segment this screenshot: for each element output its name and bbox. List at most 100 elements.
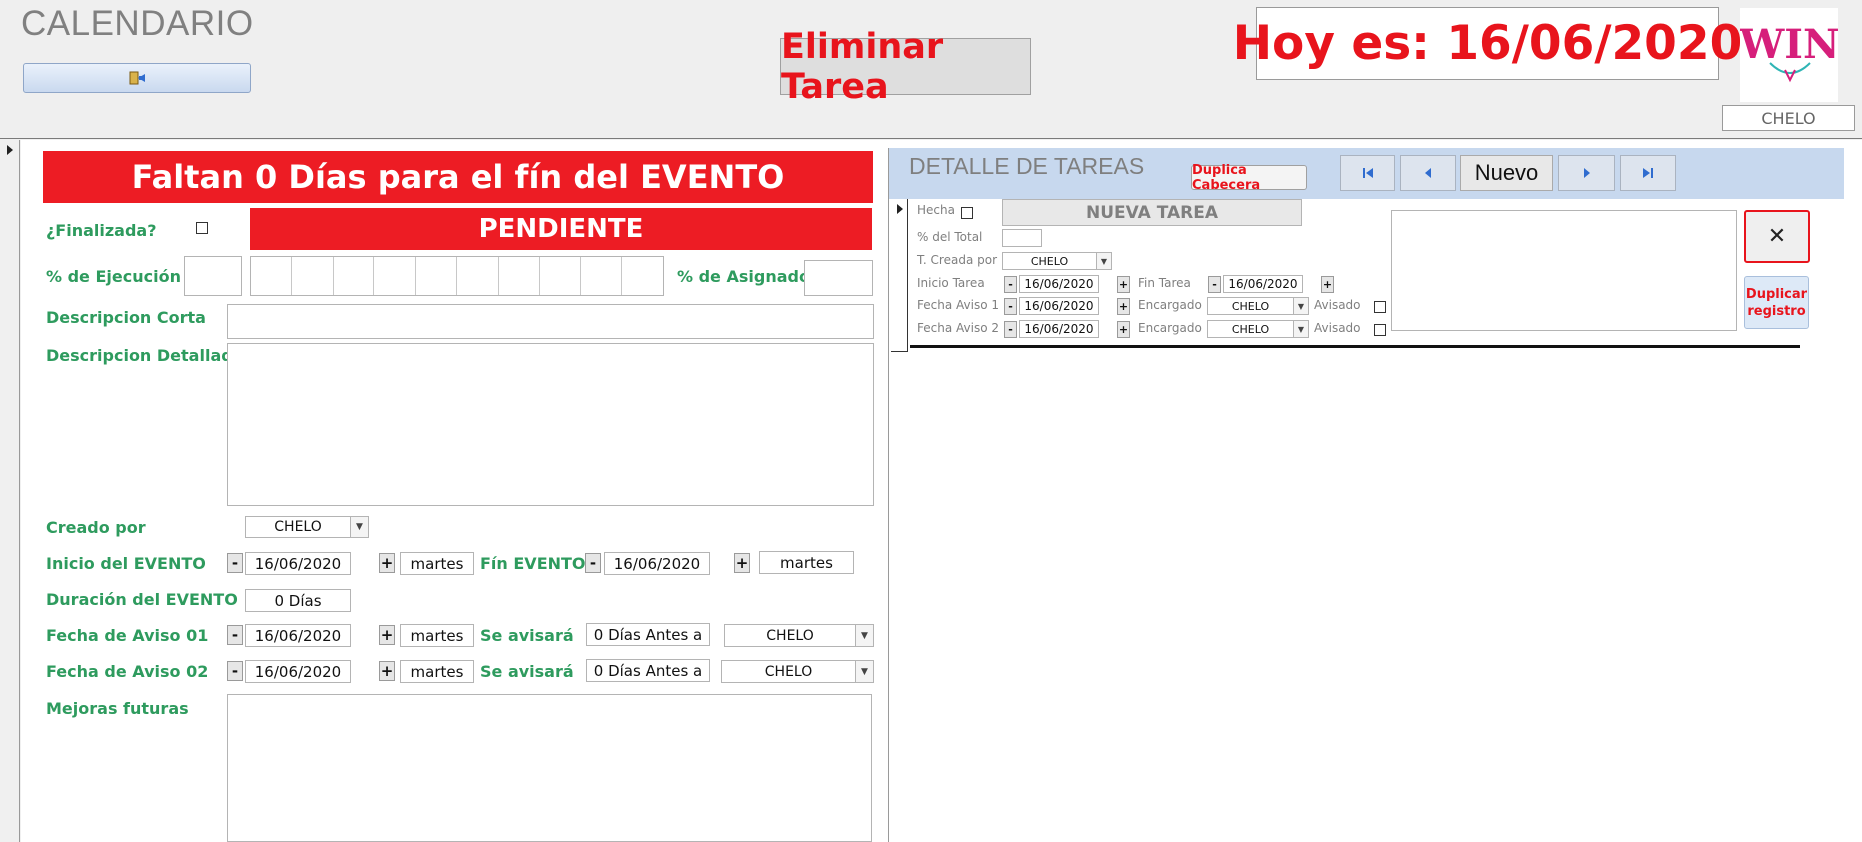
fin-plus-button[interactable]: + <box>734 553 750 573</box>
close-icon: ✕ <box>1767 224 1787 249</box>
chevron-down-icon[interactable]: ▼ <box>1293 298 1308 314</box>
aviso1-user-select[interactable]: CHELO ▼ <box>724 624 874 647</box>
inicio-tarea-minus[interactable]: - <box>1004 276 1017 293</box>
fin-tarea-minus[interactable]: - <box>1208 276 1221 293</box>
aviso2-plus-button[interactable]: + <box>379 661 395 681</box>
nav-last-button[interactable] <box>1620 155 1676 191</box>
duracion-value: 0 Días <box>245 589 351 612</box>
aviso1-tarea-plus[interactable]: + <box>1117 298 1130 315</box>
task-record-selector[interactable] <box>891 199 908 352</box>
aviso2-dias-antes[interactable]: 0 Días Antes a <box>586 659 710 682</box>
aviso1-tarea-label: Fecha Aviso 1 <box>917 298 999 312</box>
inicio-tarea-plus[interactable]: + <box>1117 276 1130 293</box>
aviso2-tarea-date[interactable]: 16/06/2020 <box>1019 320 1099 338</box>
aviso1-tarea-minus[interactable]: - <box>1004 298 1017 315</box>
ejecucion-label: % de Ejecución <box>46 267 181 286</box>
inicio-minus-button[interactable]: - <box>227 553 243 573</box>
encargado1-value: CHELO <box>1231 299 1270 313</box>
next-record-icon <box>1583 168 1590 178</box>
creada-por-select[interactable]: CHELO ▼ <box>1002 252 1112 270</box>
nueva-tarea-field[interactable]: NUEVA TAREA <box>1002 199 1302 226</box>
exit-door-icon <box>129 71 145 85</box>
ejecucion-field[interactable] <box>184 256 242 296</box>
inicio-plus-button[interactable]: + <box>379 553 395 573</box>
previous-record-icon <box>1425 168 1431 178</box>
desc-corta-label: Descripcion Corta <box>46 308 206 327</box>
chevron-down-icon[interactable]: ▼ <box>855 625 873 646</box>
aviso1-plus-button[interactable]: + <box>379 625 395 645</box>
asignado-field[interactable] <box>804 260 873 296</box>
fin-evento-date[interactable]: 16/06/2020 <box>604 552 710 575</box>
detail-title: DETALLE DE TAREAS <box>909 153 1145 179</box>
nav-previous-button[interactable] <box>1400 155 1456 191</box>
desc-corta-input[interactable] <box>227 304 874 339</box>
inicio-tarea-date[interactable]: 16/06/2020 <box>1019 275 1099 293</box>
aviso2-user-select[interactable]: CHELO ▼ <box>721 660 874 683</box>
fin-tarea-plus[interactable]: + <box>1321 276 1334 293</box>
twins-logo-image: TWINS <box>1710 21 1862 83</box>
status-banner: PENDIENTE <box>250 208 872 250</box>
aviso2-tarea-plus[interactable]: + <box>1117 321 1130 338</box>
aviso2-label: Fecha de Aviso 02 <box>46 662 209 681</box>
fin-evento-day: martes <box>759 551 854 574</box>
aviso1-minus-button[interactable]: - <box>227 625 243 645</box>
inicio-evento-date[interactable]: 16/06/2020 <box>245 552 351 575</box>
creado-por-select[interactable]: CHELO ▼ <box>245 516 369 538</box>
fin-tarea-date[interactable]: 16/06/2020 <box>1223 275 1303 293</box>
duplicar-registro-button[interactable]: Duplicar registro <box>1744 276 1809 329</box>
pct-total-label: % del Total <box>917 230 983 244</box>
encargado2-label: Encargado <box>1138 321 1202 335</box>
chevron-down-icon[interactable]: ▼ <box>1293 321 1308 337</box>
aviso1-user-value: CHELO <box>766 627 814 644</box>
avisado2-checkbox[interactable] <box>1374 324 1386 336</box>
asignado-label: % de Asignado <box>677 267 810 286</box>
creada-por-label: T. Creada por <box>917 253 997 267</box>
encargado1-select[interactable]: CHELO ▼ <box>1207 297 1309 315</box>
chevron-down-icon[interactable]: ▼ <box>350 517 368 537</box>
aviso1-dias-antes[interactable]: 0 Días Antes a <box>586 623 710 646</box>
chevron-down-icon[interactable]: ▼ <box>1096 253 1111 269</box>
subform-border <box>888 148 889 842</box>
execution-progress-bar <box>250 256 664 296</box>
se-avisara-label-1: Se avisará <box>480 626 574 645</box>
nav-current-record[interactable]: Nuevo <box>1460 155 1553 191</box>
se-avisara-label-2: Se avisará <box>480 662 574 681</box>
last-record-icon <box>1643 168 1653 178</box>
today-date-display: Hoy es: 16/06/2020 <box>1233 7 1742 80</box>
task-notes-textarea[interactable] <box>1391 210 1737 331</box>
aviso2-tarea-label: Fecha Aviso 2 <box>917 321 999 335</box>
hecha-checkbox[interactable] <box>961 207 973 219</box>
aviso2-minus-button[interactable]: - <box>227 661 243 681</box>
pct-total-field[interactable] <box>1002 229 1042 247</box>
duplica-cabecera-button[interactable]: Duplica Cabecera <box>1191 163 1307 193</box>
first-record-icon <box>1362 168 1373 178</box>
encargado2-select[interactable]: CHELO ▼ <box>1207 320 1309 338</box>
creado-por-value: CHELO <box>274 519 322 535</box>
aviso2-tarea-minus[interactable]: - <box>1004 321 1017 338</box>
avisado1-checkbox[interactable] <box>1374 301 1386 313</box>
inicio-tarea-label: Inicio Tarea <box>917 276 985 290</box>
task-record-pointer-icon <box>897 204 903 214</box>
aviso2-date[interactable]: 16/06/2020 <box>245 660 351 683</box>
aviso1-tarea-date[interactable]: 16/06/2020 <box>1019 297 1099 315</box>
creado-por-label: Creado por <box>46 518 146 537</box>
desc-detallada-textarea[interactable] <box>227 343 874 506</box>
inicio-evento-day: martes <box>400 552 474 575</box>
chevron-down-icon[interactable]: ▼ <box>855 661 873 682</box>
nav-next-button[interactable] <box>1558 155 1615 191</box>
fin-minus-button[interactable]: - <box>585 553 601 573</box>
record-selector[interactable] <box>0 140 20 842</box>
mejoras-textarea[interactable] <box>227 694 872 842</box>
fin-tarea-label: Fin Tarea <box>1138 276 1191 290</box>
finalizada-label: ¿Finalizada? <box>46 221 157 240</box>
exit-button[interactable] <box>23 63 251 93</box>
twins-logo: TWINS <box>1710 8 1862 102</box>
finalizada-checkbox[interactable] <box>196 222 208 234</box>
creada-por-value: CHELO <box>1030 254 1069 268</box>
delete-task-button[interactable]: Eliminar Tarea <box>780 27 1031 107</box>
aviso1-date[interactable]: 16/06/2020 <box>245 624 351 647</box>
aviso2-user-value: CHELO <box>764 663 813 680</box>
encargado2-value: CHELO <box>1231 322 1270 336</box>
close-task-button[interactable]: ✕ <box>1744 210 1810 263</box>
nav-first-button[interactable] <box>1340 155 1395 191</box>
